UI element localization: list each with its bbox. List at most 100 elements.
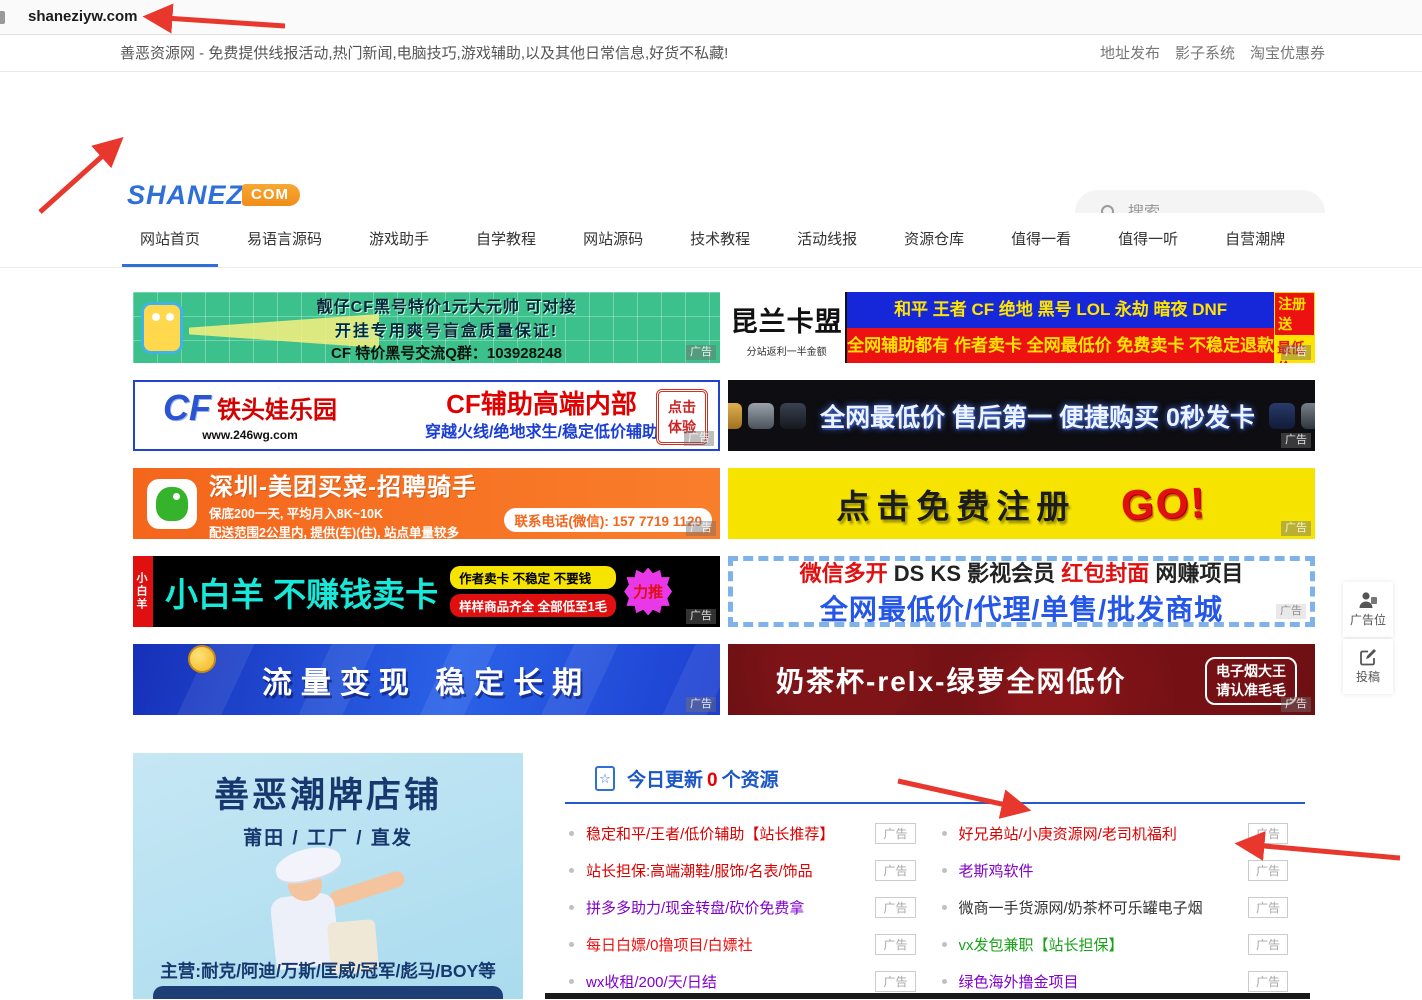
kunlan-mid-panel: 和平 王者 CF 绝地 黑号 LOL 永劫 暗夜 DNF 全网辅助都有 作者卖卡… bbox=[847, 292, 1274, 363]
list-item: 老斯鸡软件 广告 bbox=[930, 852, 1303, 889]
shop-card-bottom-bar bbox=[153, 986, 503, 999]
banner-line: 点击免费注册 bbox=[836, 480, 1076, 528]
xiaobaiyang-tags: 作者卖卡 不稳定 不要钱 样样商品齐全 全部低至1毛 bbox=[450, 566, 616, 617]
site-infobar: 善恶资源网 - 免费提供线报活动,热门新闻,电脑技巧,游戏辅助,以及其他日常信息… bbox=[0, 36, 1422, 72]
list-item: vx发包兼职【站长担保】广告 bbox=[930, 926, 1303, 963]
recommend-starburst: 力推 bbox=[624, 568, 672, 616]
bullet-dot bbox=[569, 905, 574, 910]
ad-slot-label: 广告位 bbox=[1350, 611, 1386, 628]
banner-faka-shop[interactable]: 全网最低价 售后第一 便捷购买 0秒发卡 广告 bbox=[728, 380, 1315, 451]
nav-item-game-helper[interactable]: 游戏助手 bbox=[369, 213, 429, 267]
nav-item-home[interactable]: 网站首页 bbox=[140, 213, 200, 267]
contact-phone-pill: 联系电话(微信): 157 7719 1120 bbox=[504, 508, 712, 532]
ad-slot-button[interactable]: 广告位 bbox=[1343, 582, 1393, 637]
today-title-suffix: 个资源 bbox=[722, 770, 779, 791]
ad-tag: 广告 bbox=[686, 697, 716, 712]
item-link[interactable]: 每日白嫖/0撸项目/白嫖社 bbox=[586, 934, 753, 955]
ad-badge: 广告 bbox=[1248, 860, 1288, 881]
nav-item-brand-shop[interactable]: 自营潮牌 bbox=[1225, 213, 1285, 267]
today-list: 稳定和平/王者/低价辅助【站长推荐】广告 站长担保:高端潮鞋/服饰/名表/饰品广… bbox=[557, 815, 1302, 1000]
banner-line: 开挂专用爽号盲盒质量保证! bbox=[173, 317, 720, 341]
ad-tag: 广告 bbox=[1281, 697, 1311, 712]
item-link[interactable]: 稳定和平/王者/低价辅助【站长推荐】 bbox=[586, 823, 834, 844]
banner-segment: DS KS 影视会员 bbox=[888, 561, 1062, 586]
shop-card[interactable]: 善恶潮牌店铺 莆田 / 工厂 / 直发 主营:耐克/阿迪/万斯/匡威/冠军/彪马… bbox=[133, 753, 523, 999]
bullet-dot bbox=[942, 905, 947, 910]
bullet-dot bbox=[569, 979, 574, 984]
item-link[interactable]: 绿色海外撸金项目 bbox=[959, 971, 1079, 992]
banner-line: 小白羊 不赚钱卖卡 bbox=[165, 568, 438, 616]
item-link[interactable]: 好兄弟站/小庚资源网/老司机福利 bbox=[959, 823, 1177, 844]
ad-tag: 广告 bbox=[686, 345, 716, 360]
banner-line: 全网最低价 售后第一 便捷购买 0秒发卡 bbox=[820, 398, 1255, 434]
stamp-line: 点击 bbox=[668, 397, 696, 417]
browser-fragment-icon bbox=[0, 11, 5, 24]
shop-card-footer: 主营:耐克/阿迪/万斯/匡威/冠军/彪马/BOY等 bbox=[133, 958, 523, 983]
item-link[interactable]: vx发包兼职【站长担保】 bbox=[959, 934, 1124, 955]
ad-tag: 广告 bbox=[684, 431, 714, 446]
banner-line: 作者卖卡 不稳定 不要钱 bbox=[450, 566, 616, 589]
banner-line: 样样商品齐全 全部低至1毛 bbox=[450, 594, 616, 617]
banner-weixin-multi[interactable]: 微信多开 DS KS 影视会员 红包封面 网赚项目 全网最低价/代理/单售/批发… bbox=[728, 556, 1315, 627]
link-taobao-coupon[interactable]: 淘宝优惠券 bbox=[1250, 36, 1325, 72]
cf-logo: CF bbox=[163, 390, 211, 426]
submit-label: 投稿 bbox=[1356, 668, 1380, 685]
banner-line: 请认准毛毛 bbox=[1216, 681, 1286, 700]
today-header: ☆ 今日更新0个资源 bbox=[595, 765, 779, 792]
banner-kunlan-kameng[interactable]: 昆兰卡盟 分站返利一半金额 和平 王者 CF 绝地 黑号 LOL 永劫 暗夜 D… bbox=[728, 292, 1315, 363]
go-splash: GO! bbox=[1121, 478, 1208, 529]
banner-segment: 微信多开 bbox=[800, 561, 888, 586]
vertical-label: 小白羊 bbox=[133, 556, 153, 627]
banner-line: 奶茶杯-relx-绿萝全网低价 bbox=[776, 660, 1126, 700]
list-item: 拼多多助力/现金转盘/砍价免费拿广告 bbox=[557, 889, 930, 926]
browser-url[interactable]: shaneziyw.com bbox=[28, 8, 137, 25]
nav-item-yiyuyan[interactable]: 易语言源码 bbox=[247, 213, 322, 267]
person-icon bbox=[1358, 591, 1378, 609]
item-link[interactable]: 老斯鸡软件 bbox=[959, 860, 1034, 881]
logo-com-badge: COM bbox=[242, 184, 300, 206]
banner-line: 保底200一天, 平均月入8K~10K bbox=[209, 503, 477, 522]
item-link[interactable]: 微商一手货源网/奶茶杯可乐罐电子烟 bbox=[959, 897, 1203, 918]
nav-item-site-source[interactable]: 网站源码 bbox=[583, 213, 643, 267]
banner-line: 电子烟大王 bbox=[1216, 662, 1286, 681]
banner-xiaobaiyang[interactable]: 小白羊 小白羊 不赚钱卖卡 作者卖卡 不稳定 不要钱 样样商品齐全 全部低至1毛… bbox=[133, 556, 720, 627]
submit-post-button[interactable]: 投稿 bbox=[1343, 639, 1393, 694]
game-icon bbox=[748, 403, 774, 429]
nav-item-worth-listen[interactable]: 值得一听 bbox=[1118, 213, 1178, 267]
main-nav: 网站首页 易语言源码 游戏助手 自学教程 网站源码 技术教程 活动线报 资源仓库… bbox=[0, 213, 1422, 268]
item-link[interactable]: 站长担保:高端潮鞋/服饰/名表/饰品 bbox=[586, 860, 813, 881]
bookmark-star-icon: ☆ bbox=[595, 766, 615, 791]
bullet-dot bbox=[942, 868, 947, 873]
banner-traffic-monetize[interactable]: 流量变现 稳定长期 广告 bbox=[133, 644, 720, 715]
link-address-publish[interactable]: 地址发布 bbox=[1100, 36, 1160, 72]
banner-segment: 网赚项目 bbox=[1149, 561, 1243, 586]
banner-cf-black-account[interactable]: 靓仔CF黑号特价1元大元帅 可对接 开挂专用爽号盲盒质量保证! CF 特价黑号交… bbox=[133, 292, 720, 363]
browser-topbar: shaneziyw.com bbox=[0, 0, 1422, 35]
item-link[interactable]: 拼多多助力/现金转盘/砍价免费拿 bbox=[586, 897, 804, 918]
bullet-dot bbox=[942, 979, 947, 984]
banner-naichabei-relx[interactable]: 奶茶杯-relx-绿萝全网低价 电子烟大王 请认准毛毛 广告 bbox=[728, 644, 1315, 715]
link-shadow-system[interactable]: 影子系统 bbox=[1175, 36, 1235, 72]
bullet-dot bbox=[942, 831, 947, 836]
ad-tag: 广告 bbox=[1276, 604, 1306, 619]
meituan-text: 深圳-美团买菜-招聘骑手 保底200一天, 平均月入8K~10K 配送范围2公里… bbox=[209, 468, 477, 539]
ad-tag: 广告 bbox=[1281, 433, 1311, 448]
nav-item-tech[interactable]: 技术教程 bbox=[690, 213, 750, 267]
list-item: 好兄弟站/小庚资源网/老司机福利广告 bbox=[930, 815, 1303, 852]
banner-line: 昆兰卡盟 bbox=[728, 300, 845, 339]
item-link[interactable]: wx收租/200/天/日结 bbox=[586, 971, 717, 992]
nav-item-tutorials[interactable]: 自学教程 bbox=[476, 213, 536, 267]
nav-item-warehouse[interactable]: 资源仓库 bbox=[904, 213, 964, 267]
list-item: 每日白嫖/0撸项目/白嫖社广告 bbox=[557, 926, 930, 963]
today-title-prefix: 今日更新 bbox=[627, 770, 703, 791]
banner-line: 靓仔CF黑号特价1元大元帅 可对接 bbox=[173, 293, 720, 317]
banner-meituan-rider[interactable]: 深圳-美团买菜-招聘骑手 保底200一天, 平均月入8K~10K 配送范围2公里… bbox=[133, 468, 720, 539]
ad-badge: 广告 bbox=[1248, 971, 1288, 992]
banner-text: 靓仔CF黑号特价1元大元帅 可对接 开挂专用爽号盲盒质量保证! CF 特价黑号交… bbox=[133, 293, 720, 363]
nav-item-activity[interactable]: 活动线报 bbox=[797, 213, 857, 267]
nav-item-worth-watch[interactable]: 值得一看 bbox=[1011, 213, 1071, 267]
list-item: 稳定和平/王者/低价辅助【站长推荐】广告 bbox=[557, 815, 930, 852]
game-icon bbox=[1301, 403, 1315, 429]
banner-tietouwa-cf[interactable]: CF 铁头娃乐园 www.246wg.com CF辅助高端内部 穿越火线/绝地求… bbox=[133, 380, 720, 451]
banner-free-register[interactable]: 点击免费注册 GO! 广告 bbox=[728, 468, 1315, 539]
